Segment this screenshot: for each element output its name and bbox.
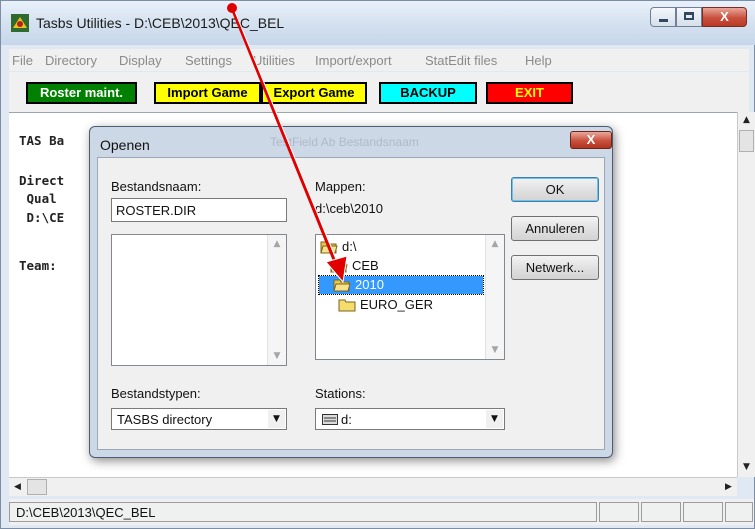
status-cell	[641, 502, 681, 522]
toolbar: Roster maint. Import Game Export Game BA…	[9, 72, 749, 112]
close-icon: X	[720, 9, 729, 24]
roster-maint-button[interactable]: Roster maint.	[26, 82, 137, 104]
maximize-icon	[684, 12, 694, 20]
dialog-faded-title: TestField Ab Bestandsnaam	[270, 135, 419, 149]
menu-import-export[interactable]: Import/export	[315, 53, 392, 68]
folder-name: 2010	[355, 277, 384, 292]
folder-tree[interactable]: d:\ CEB 2010 EURO_GER ▲ ▼	[315, 234, 505, 360]
status-path-cell: D:\CEB\2013\QEC_BEL	[9, 502, 597, 522]
scroll-thumb[interactable]	[739, 130, 754, 152]
scroll-down-icon[interactable]: ▼	[272, 351, 282, 361]
drives-label: Stations:	[315, 386, 366, 401]
drive-select[interactable]: d: ▼	[315, 408, 505, 430]
exit-button[interactable]: EXIT	[486, 82, 573, 104]
client-line: D:\CE	[19, 210, 65, 225]
import-game-button[interactable]: Import Game	[154, 82, 261, 104]
scroll-up-icon[interactable]: ▲	[272, 239, 282, 249]
scroll-right-icon[interactable]: ▶	[721, 479, 736, 495]
menu-help[interactable]: Help	[525, 53, 552, 68]
folder-item[interactable]: d:\	[320, 238, 480, 256]
open-dialog: Openen TestField Ab Bestandsnaam X Besta…	[89, 126, 613, 458]
client-line: Team:	[19, 258, 57, 273]
menu-settings[interactable]: Settings	[185, 53, 232, 68]
folder-name: CEB	[352, 258, 379, 273]
open-folder-icon	[330, 260, 348, 273]
backup-button[interactable]: BACKUP	[379, 82, 477, 104]
hscroll-thumb[interactable]	[27, 479, 47, 495]
drive-icon	[322, 414, 338, 425]
cancel-button[interactable]: Annuleren	[511, 216, 599, 241]
status-cell	[683, 502, 723, 522]
scroll-left-icon[interactable]: ◀	[10, 479, 25, 495]
chevron-down-icon[interactable]: ▼	[268, 410, 285, 428]
window-title: Tasbs Utilities - D:\CEB\2013\QEC_BEL	[36, 15, 285, 31]
filetype-select[interactable]: TASBS directory ▼	[111, 408, 287, 430]
folder-icon	[338, 299, 356, 312]
close-icon: X	[586, 132, 596, 147]
folder-item[interactable]: EURO_GER	[338, 296, 488, 314]
minimize-button[interactable]	[650, 7, 676, 27]
filename-input[interactable]: ROSTER.DIR	[111, 198, 287, 222]
status-cell	[725, 502, 753, 522]
menu-display[interactable]: Display	[119, 53, 162, 68]
menu-utilities[interactable]: Utilities	[253, 53, 295, 68]
status-cell	[599, 502, 639, 522]
chevron-down-icon[interactable]: ▼	[486, 410, 503, 428]
folder-name: EURO_GER	[360, 297, 433, 312]
close-button[interactable]: X	[702, 7, 747, 27]
folder-tree-scrollbar[interactable]: ▲ ▼	[485, 235, 504, 359]
folder-name: d:\	[342, 239, 357, 254]
ok-button[interactable]: OK	[511, 177, 599, 202]
status-bar: D:\CEB\2013\QEC_BEL	[9, 499, 754, 525]
maximize-button[interactable]	[676, 7, 702, 27]
file-list-scrollbar[interactable]: ▲ ▼	[267, 235, 286, 365]
dialog-close-button[interactable]: X	[570, 131, 612, 149]
client-line: TAS Ba	[19, 133, 65, 148]
scroll-down-icon[interactable]: ▼	[490, 345, 500, 355]
filetype-value: TASBS directory	[117, 412, 213, 427]
drive-value: d:	[341, 412, 352, 427]
scroll-up-icon[interactable]: ▲	[490, 239, 500, 249]
folder-item-selected[interactable]: 2010	[318, 275, 484, 295]
horizontal-scrollbar[interactable]: ◀ ▶	[9, 477, 737, 496]
scroll-up-icon[interactable]: ▲	[739, 112, 754, 128]
app-icon	[11, 14, 29, 32]
menu-file[interactable]: File	[12, 53, 33, 68]
status-path: D:\CEB\2013\QEC_BEL	[16, 505, 156, 520]
client-line: Direct	[19, 173, 65, 188]
open-folder-icon	[333, 279, 351, 292]
dialog-title: Openen	[100, 137, 150, 153]
file-list[interactable]: ▲ ▼	[111, 234, 287, 366]
menu-bar: File Directory Display Settings Utilitie…	[9, 49, 749, 71]
open-folder-icon	[320, 241, 338, 254]
filetypes-label: Bestandstypen:	[111, 386, 201, 401]
dialog-body: Bestandsnaam: ROSTER.DIR ▲ ▼ Bestandstyp…	[97, 157, 605, 450]
folder-item[interactable]: CEB	[330, 257, 480, 275]
vertical-scrollbar[interactable]: ▲ ▼	[737, 112, 755, 477]
menu-directory[interactable]: Directory	[45, 53, 97, 68]
export-game-button[interactable]: Export Game	[261, 82, 367, 104]
current-path: d:\ceb\2010	[315, 201, 383, 216]
filename-label: Bestandsnaam:	[111, 179, 202, 194]
client-line: Qual	[19, 191, 57, 206]
network-button[interactable]: Netwerk...	[511, 255, 599, 280]
menu-statedit-files[interactable]: StatEdit files	[425, 53, 497, 68]
folders-label: Mappen:	[315, 179, 366, 194]
scroll-down-icon[interactable]: ▼	[739, 459, 754, 475]
title-bar[interactable]: Tasbs Utilities - D:\CEB\2013\QEC_BEL X	[1, 1, 755, 45]
minimize-icon	[659, 19, 668, 22]
